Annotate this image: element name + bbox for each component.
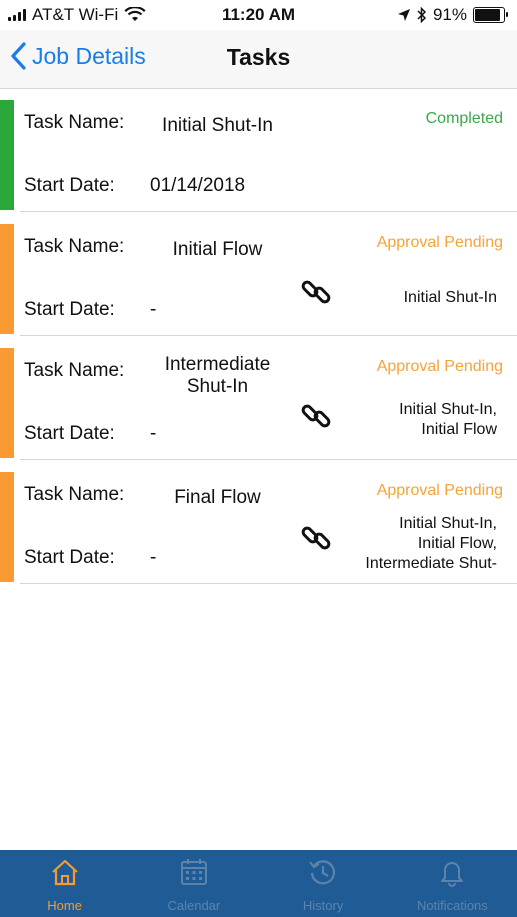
task-name-value: Initial Flow [145, 239, 290, 261]
dependency-item: Initial Flow, [417, 535, 497, 552]
task-name-value: Intermediate Shut-In [145, 354, 290, 398]
tab-label: Calendar [167, 898, 221, 913]
task-name-line: Intermediate [164, 354, 271, 375]
status-badge: Approval Pending [376, 358, 503, 375]
dependency-item: Initial Shut-In, [399, 401, 497, 418]
status-badge: Approval Pending [376, 482, 503, 499]
bell-icon [437, 857, 467, 898]
calendar-icon [179, 857, 209, 898]
start-date-label: Start Date: [24, 299, 115, 320]
battery-percent: 91% [432, 5, 467, 24]
row-divider [20, 335, 517, 336]
dependency-item: Initial Shut-In [403, 289, 497, 306]
tab-home[interactable]: Home [0, 850, 129, 917]
battery-icon [473, 7, 508, 23]
start-date-value: 01/14/2018 [150, 175, 246, 196]
navigation-bar: Job Details Tasks [0, 30, 517, 89]
start-date-label: Start Date: [24, 423, 115, 444]
tab-label: Home [47, 898, 82, 913]
start-date-value: - [150, 547, 157, 568]
task-name-line: Initial Shut-In [162, 115, 273, 136]
dependency-item: Intermediate Shut- [365, 555, 497, 572]
task-name-line: Shut-In [186, 376, 249, 397]
start-date-label: Start Date: [24, 175, 115, 196]
location-arrow-icon [397, 9, 410, 21]
task-row[interactable]: Task Name: Start Date: Initial Flow - Approv… [0, 224, 517, 336]
home-icon [50, 857, 80, 898]
status-badge: Completed [425, 110, 503, 127]
start-date-value: - [150, 423, 157, 444]
task-name-line: Initial Flow [172, 239, 263, 260]
status-right: 91% [397, 5, 508, 25]
task-row[interactable]: Task Name: Start Date: Initial Shut-In 01/1… [0, 100, 517, 212]
start-date-label: Start Date: [24, 547, 115, 568]
task-name-value: Final Flow [145, 487, 290, 509]
dependency-list: Initial Shut-In [317, 288, 497, 308]
history-icon [308, 857, 338, 898]
status-stripe [0, 348, 14, 458]
dependency-list: Initial Shut-In, Initial Flow [317, 400, 497, 440]
status-stripe [0, 100, 14, 210]
status-stripe [0, 224, 14, 334]
dependency-item: Initial Flow [421, 421, 497, 438]
status-stripe [0, 472, 14, 582]
page-title: Tasks [226, 44, 291, 70]
dependency-list: Initial Shut-In, Initial Flow, Intermediat… [317, 514, 497, 574]
row-divider [20, 211, 517, 212]
task-list: Task Name: Start Date: Initial Shut-In 01/1… [0, 100, 517, 596]
task-row[interactable]: Task Name: Start Date: Final Flow - Approval… [0, 472, 517, 584]
tab-bar: Home Calendar History Notifications [0, 850, 517, 917]
task-name-label: Task Name: [24, 236, 125, 257]
task-name-line: Final Flow [174, 487, 261, 508]
task-name-label: Task Name: [24, 112, 125, 133]
task-name-label: Task Name: [24, 484, 125, 505]
dependency-item: Initial Shut-In, [399, 515, 497, 532]
tab-notifications[interactable]: Notifications [388, 850, 517, 917]
status-badge: Approval Pending [376, 234, 503, 251]
tab-label: Notifications [416, 898, 488, 913]
row-divider [20, 459, 517, 460]
task-name-label: Task Name: [24, 360, 125, 381]
task-row[interactable]: Task Name: Start Date: Intermediate Shut-In… [0, 348, 517, 460]
start-date-value: - [150, 299, 157, 320]
tab-label: History [302, 898, 344, 913]
tab-calendar[interactable]: Calendar [129, 850, 258, 917]
tab-history[interactable]: History [259, 850, 388, 917]
task-name-value: Initial Shut-In [145, 115, 290, 137]
row-divider [20, 583, 517, 584]
status-bar: AT&T Wi-Fi 11:20 AM 91% [0, 0, 517, 30]
bluetooth-icon [417, 7, 427, 23]
